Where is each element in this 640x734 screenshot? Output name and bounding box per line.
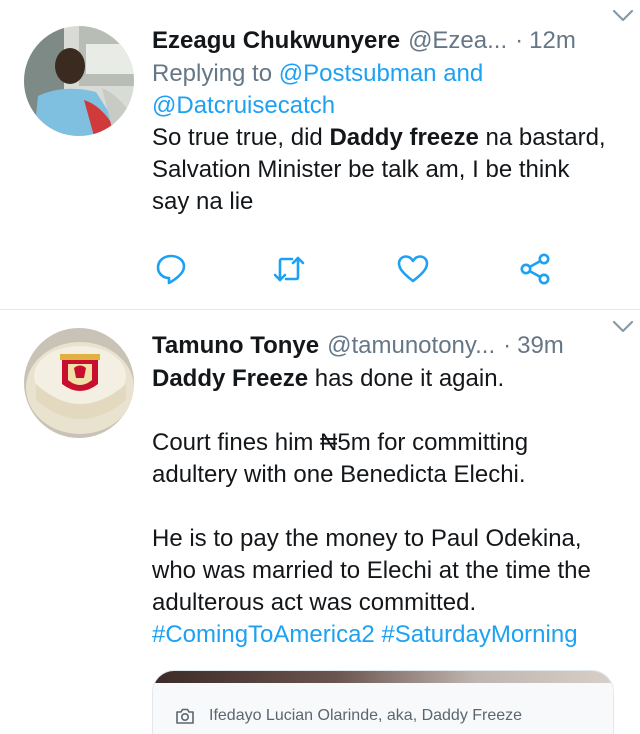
- avatar[interactable]: [24, 26, 134, 136]
- retweet-icon[interactable]: [272, 252, 306, 286]
- replying-to: Replying to @Postsubman and @Datcruiseca…: [152, 58, 620, 122]
- tweet-header: Ezeagu Chukwunyere @Ezea... · 12m: [152, 24, 620, 58]
- hashtags[interactable]: #ComingToAmerica2 #SaturdayMorning: [152, 619, 620, 651]
- text-line: who was married to Elechi at the time th…: [152, 557, 591, 584]
- paragraph: Daddy Freeze has done it again.: [152, 363, 620, 395]
- separator-dot: ·: [515, 27, 524, 54]
- action-bar: [152, 252, 572, 286]
- tweet-content: Ezeagu Chukwunyere @Ezea... · 12m Replyi…: [152, 24, 620, 218]
- tweet-header: Tamuno Tonye @tamunotony... · 39m: [152, 329, 620, 363]
- chevron-down-icon[interactable]: [612, 319, 634, 335]
- tweet[interactable]: Ezeagu Chukwunyere @Ezea... · 12m Replyi…: [0, 0, 640, 310]
- timestamp[interactable]: 12m: [529, 24, 576, 58]
- mention-link[interactable]: @Datcruisecatch: [152, 92, 335, 119]
- tweet-text: Daddy Freeze has done it again. Court fi…: [152, 363, 620, 651]
- timestamp[interactable]: 39m: [517, 329, 564, 363]
- paragraph: He is to pay the money to Paul Odekina, …: [152, 523, 620, 619]
- replying-prefix: Replying to: [152, 60, 279, 87]
- text-segment: Salvation Minister be talk am, I be thin…: [152, 156, 570, 183]
- author-name[interactable]: Tamuno Tonye: [152, 329, 319, 363]
- author-handle[interactable]: @Ezea...: [408, 24, 507, 58]
- separator-dot: ·: [503, 332, 512, 359]
- media-card[interactable]: Ifedayo Lucian Olarinde, aka, Daddy Free…: [152, 670, 614, 734]
- text-bold: Daddy freeze: [329, 124, 479, 151]
- text-line: adulterous act was committed.: [152, 589, 477, 616]
- author-handle[interactable]: @tamunotony...: [327, 329, 495, 363]
- text-segment: So true true, did: [152, 124, 330, 151]
- text-line: He is to pay the money to Paul Odekina,: [152, 525, 582, 552]
- chevron-down-icon[interactable]: [612, 8, 634, 24]
- text-line: adultery with one Benedicta Elechi.: [152, 461, 526, 488]
- mention-link[interactable]: @Postsubman and: [279, 60, 483, 87]
- media-image[interactable]: [153, 671, 613, 683]
- text-segment: na bastard,: [478, 124, 606, 151]
- paragraph: Court fines him ₦5m for committing adult…: [152, 427, 620, 491]
- text-bold: Daddy Freeze: [152, 365, 309, 392]
- tweet-content: Tamuno Tonye @tamunotony... · 39m Daddy …: [152, 329, 620, 651]
- media-caption: Ifedayo Lucian Olarinde, aka, Daddy Free…: [175, 707, 522, 725]
- text-segment: say na lie: [152, 188, 254, 215]
- reply-icon[interactable]: [154, 252, 188, 286]
- avatar[interactable]: [24, 328, 134, 438]
- share-icon[interactable]: [518, 252, 552, 286]
- camera-icon: [176, 708, 194, 724]
- tweet-text: So true true, did Daddy freeze na bastar…: [152, 122, 620, 218]
- tweet[interactable]: Tamuno Tonye @tamunotony... · 39m Daddy …: [0, 311, 640, 734]
- text-line: Court fines him ₦5m for committing: [152, 429, 529, 456]
- media-caption-box: Ifedayo Lucian Olarinde, aka, Daddy Free…: [153, 683, 613, 734]
- text-segment: has done it again.: [308, 365, 505, 392]
- author-name[interactable]: Ezeagu Chukwunyere: [152, 24, 400, 58]
- like-icon[interactable]: [396, 252, 430, 286]
- caption-text: Ifedayo Lucian Olarinde, aka, Daddy Free…: [209, 707, 523, 724]
